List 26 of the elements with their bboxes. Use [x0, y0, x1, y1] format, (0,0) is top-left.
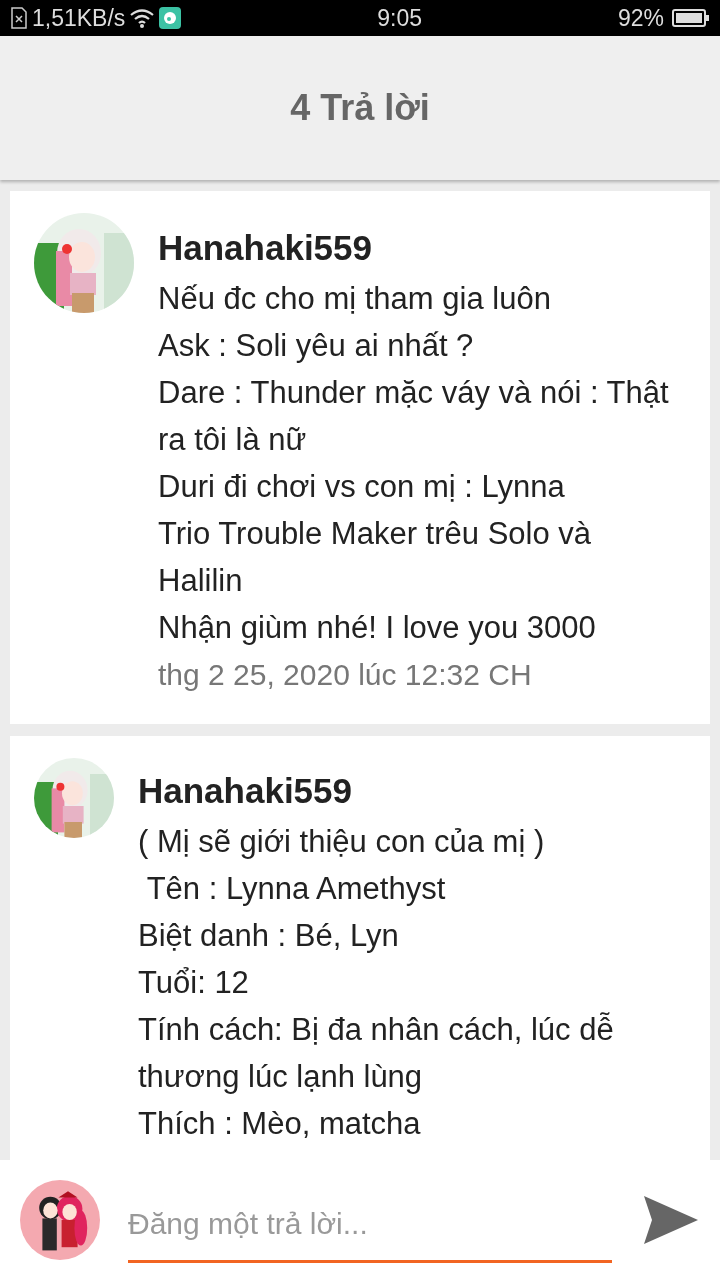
reply-text: Tuổi: 12	[138, 964, 250, 1002]
reply-text: Biệt danh : Bé, Lyn	[138, 917, 400, 955]
reply-text: Trio Trouble Maker trêu Solo và Halilin	[158, 515, 593, 600]
app-icon	[159, 7, 182, 29]
page-title: 4 Trả lời	[290, 86, 430, 130]
battery-icon	[672, 8, 710, 28]
send-button[interactable]	[642, 1194, 700, 1246]
username: Hanahaki559	[158, 227, 374, 269]
battery-percent: 92%	[617, 3, 664, 33]
wifi-icon	[129, 7, 156, 29]
reply-text: Dare : Thunder mặc váy và nói : Thật ra tôi là nữ	[158, 374, 670, 459]
reply-text: Tên : Lynna Amethyst	[145, 870, 447, 908]
reply-composer[interactable]: Đăng một trả lời...	[0, 1160, 720, 1280]
reply-text: Nhận giùm nhé! I love you 3000	[158, 609, 597, 647]
network-speed: 1,51KB/s	[32, 3, 126, 33]
reply-text: Thích : Mèo, matcha	[138, 1105, 422, 1143]
timestamp: thg 2 25, 2020 lúc 12:32 CH	[158, 657, 533, 693]
sim-icon	[10, 7, 28, 29]
reply-text: Tính cách: Bị đa nhân cách, lúc dễ thương lúc lạnh lùng	[138, 1011, 615, 1096]
reply-text: Ask : Soli yêu ai nhất ?	[158, 327, 475, 365]
reply-text: Nếu đc cho mị tham gia luôn	[158, 280, 552, 318]
reply-text: Duri đi chơi vs con mị : Lynna	[158, 468, 566, 506]
reply-text: ( Mị sẽ giới thiệu con của mị )	[138, 823, 546, 861]
clock: 9:05	[376, 3, 424, 33]
username: Hanahaki559	[138, 770, 354, 812]
send-icon	[642, 1194, 700, 1246]
